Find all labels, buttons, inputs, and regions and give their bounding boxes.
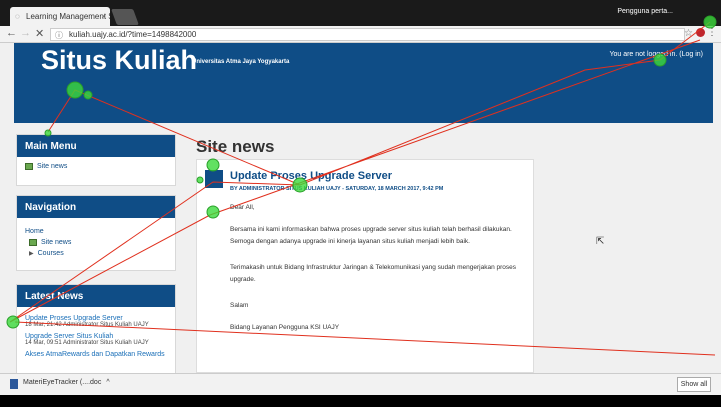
site-header: Situs Kuliah Universitas Atma Jaya Yogya… — [14, 43, 713, 123]
download-filename: MateriEyeTracker (....doc — [23, 379, 102, 386]
author-avatar — [205, 170, 223, 188]
menu-item-label: Site news — [37, 163, 68, 170]
bottom-bar — [0, 395, 721, 407]
news-link[interactable]: Akses AtmaRewards dan Dapatkan Rewards — [25, 351, 167, 358]
tab-strip: ◌ Learning Management S × Pengguna perta… — [0, 0, 721, 26]
latest-news-title: Latest News — [17, 285, 175, 307]
extension-icon[interactable] — [696, 28, 705, 37]
post-closing: Salam — [230, 302, 249, 309]
nav-courses-label: Courses — [37, 250, 64, 257]
news-link[interactable]: Update Proses Upgrade Server — [25, 315, 167, 322]
new-tab-button[interactable] — [111, 9, 139, 25]
post-body: Dear All, Bersama ini kami informasikan … — [230, 202, 526, 344]
page-favicon-icon: ◌ — [15, 12, 20, 21]
bookmark-star-icon[interactable]: ☆ — [684, 28, 693, 39]
profile-label[interactable]: Pengguna perta... — [617, 8, 673, 15]
main-menu-title: Main Menu — [17, 135, 175, 157]
section-heading: Site news — [196, 137, 275, 156]
news-link[interactable]: Upgrade Server Situs Kuliah — [25, 333, 167, 340]
post-meta: BY ADMINISTRATOR SITUS KULIAH UAJY - SAT… — [230, 186, 444, 192]
url-text: kuliah.uajy.ac.id/?time=1498842000 — [69, 30, 197, 39]
menu-item-site-news[interactable]: Site news — [25, 163, 167, 170]
download-item[interactable]: MateriEyeTracker (....doc ^ — [10, 379, 110, 389]
back-icon[interactable]: ← — [6, 27, 17, 39]
news-icon — [29, 239, 37, 246]
login-info[interactable]: You are not logged in. (Log in) — [609, 51, 703, 58]
page-content: Situs Kuliah Universitas Atma Jaya Yogya… — [0, 43, 721, 373]
tab-close-icon[interactable]: × — [101, 12, 106, 21]
browser-toolbar: ← → ✕ ⓘ kuliah.uajy.ac.id/?time=14988420… — [0, 26, 721, 43]
news-meta: 18 Mar, 21:42 Administrator Situs Kuliah… — [25, 322, 149, 328]
browser-tab[interactable]: ◌ Learning Management S × — [10, 7, 110, 26]
news-icon — [25, 163, 33, 170]
site-subtitle: Universitas Atma Jaya Yogyakarta — [192, 59, 290, 65]
nav-site-news[interactable]: Site news — [25, 239, 167, 246]
site-info-icon[interactable]: ⓘ — [55, 30, 63, 41]
nav-home[interactable]: Home — [25, 228, 167, 235]
mouse-cursor-icon: ⇱ — [596, 236, 605, 247]
navigation-block: Navigation Home Site news ▶ Courses — [16, 195, 176, 271]
post-signature: Bidang Layanan Pengguna KSI UAJY — [230, 324, 340, 331]
tab-title: Learning Management S — [26, 12, 110, 21]
latest-news-block: Latest News Update Proses Upgrade Server… — [16, 284, 176, 373]
address-bar[interactable]: ⓘ kuliah.uajy.ac.id/?time=1498842000 — [50, 28, 685, 41]
download-menu-icon[interactable]: ^ — [106, 379, 109, 389]
nav-home-label: Home — [25, 228, 44, 235]
news-meta: 14 Mar, 09:51 Administrator Situs Kuliah… — [25, 340, 149, 346]
post-greeting: Dear All, — [230, 204, 255, 211]
site-title[interactable]: Situs Kuliah — [41, 45, 197, 76]
nav-site-news-label: Site news — [41, 239, 72, 246]
show-all-button[interactable]: Show all — [677, 377, 711, 392]
downloads-bar: MateriEyeTracker (....doc ^ Show all — [0, 373, 721, 395]
news-post: Update Proses Upgrade Server BY ADMINIST… — [196, 159, 534, 373]
post-paragraph: Terimakasih untuk Bidang Infrastruktur J… — [230, 264, 517, 283]
stop-icon[interactable]: ✕ — [35, 27, 44, 40]
browser-menu-icon[interactable]: ⋮ — [707, 27, 717, 38]
navigation-title: Navigation — [17, 196, 175, 218]
forward-icon[interactable]: → — [20, 27, 31, 39]
post-paragraph: Bersama ini kami informasikan bahwa pros… — [230, 226, 512, 245]
word-file-icon — [10, 379, 18, 389]
expand-arrow-icon: ▶ — [29, 251, 34, 257]
nav-courses[interactable]: ▶ Courses — [25, 250, 167, 257]
main-menu-block: Main Menu Site news — [16, 134, 176, 186]
post-title[interactable]: Update Proses Upgrade Server — [230, 170, 392, 182]
